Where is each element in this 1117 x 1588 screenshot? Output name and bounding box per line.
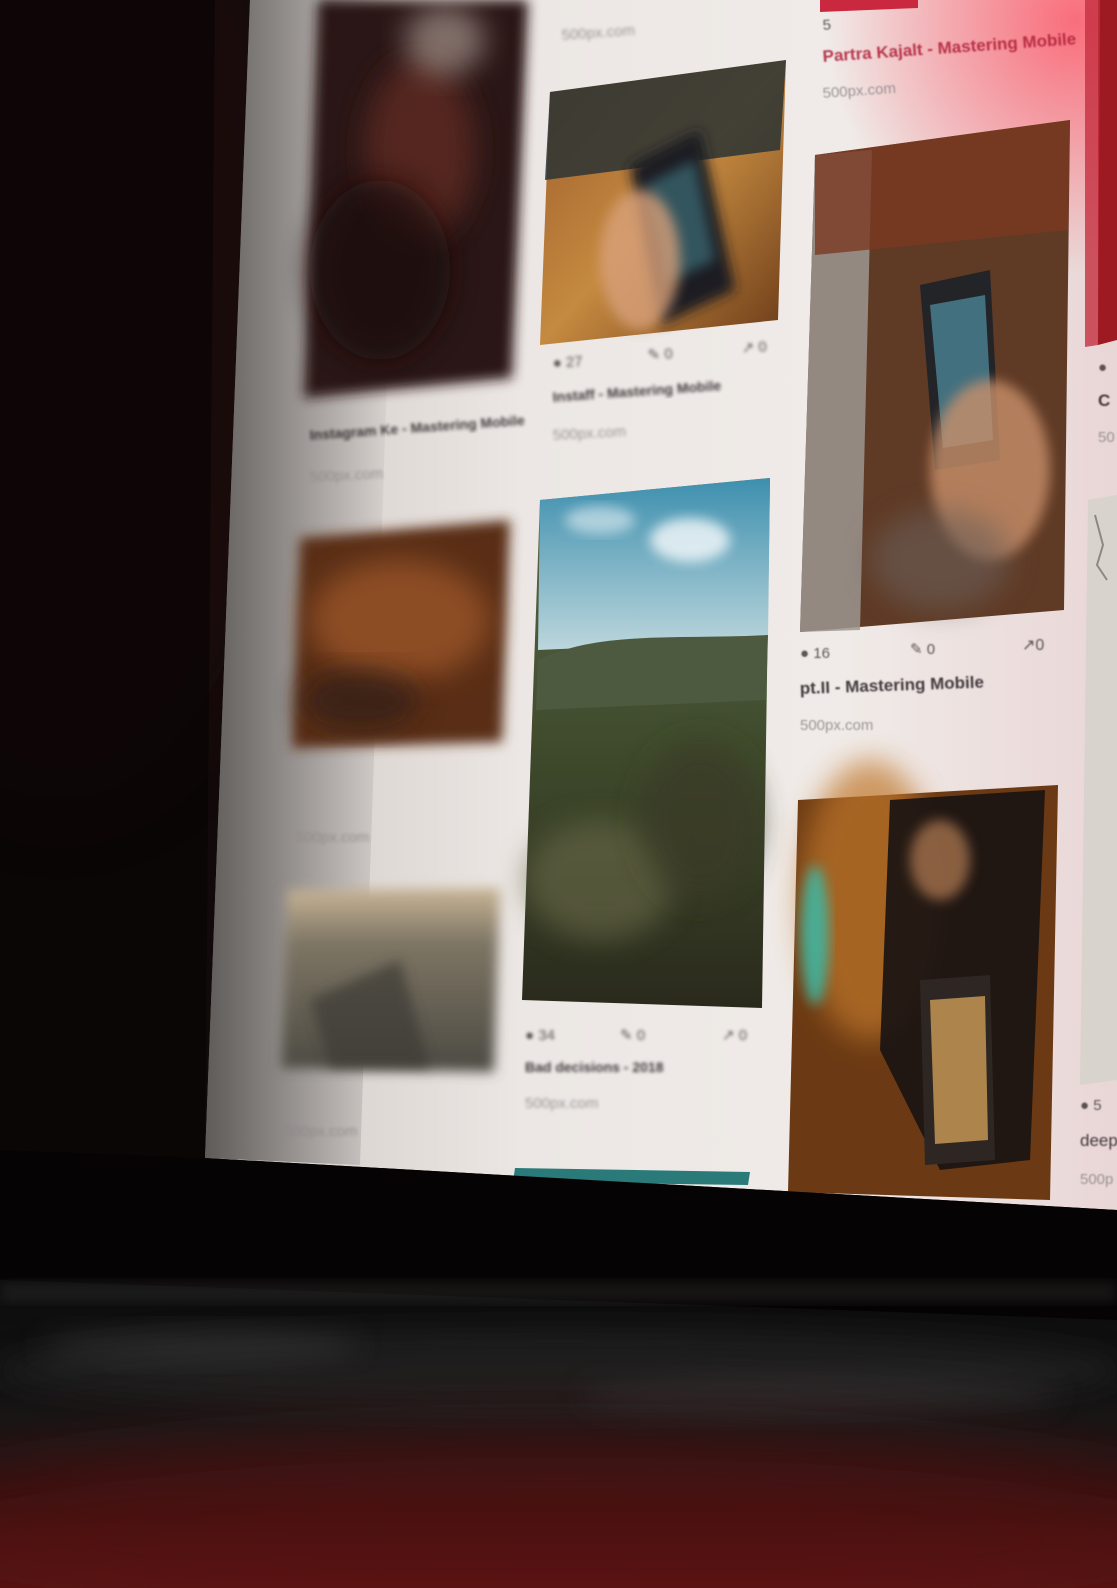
card-title: deep bbox=[1080, 1131, 1117, 1150]
card-mid-phone[interactable] bbox=[540, 60, 786, 345]
laptop-screen-photo: 5 Partra Kajalt - Mastering Mobile 500px… bbox=[0, 0, 1117, 1588]
views-count: ● 16 bbox=[800, 645, 830, 662]
card-right-camera[interactable] bbox=[788, 760, 1058, 1200]
card-left-mid[interactable] bbox=[292, 520, 510, 748]
saves-count: ✎ 0 bbox=[910, 641, 935, 658]
views-count: 5 bbox=[822, 16, 832, 34]
pin-icon: ✎ bbox=[620, 1027, 633, 1044]
card-source: 500px.com bbox=[525, 1095, 598, 1112]
card-mid-mountain[interactable] bbox=[522, 478, 770, 1008]
card-right-phone[interactable] bbox=[800, 120, 1070, 632]
eye-icon: ● bbox=[1080, 1097, 1089, 1114]
arrow-up-right-icon: ↗ bbox=[722, 1027, 735, 1044]
card-left-bottom-meta: 500px.com bbox=[284, 1123, 357, 1140]
card-source: 50 bbox=[1098, 429, 1115, 446]
laptop-keyboard-deck bbox=[0, 1280, 1117, 1588]
arrow-up-right-icon: ↗ bbox=[741, 339, 755, 357]
card-source: 500p bbox=[1080, 1171, 1113, 1188]
card-far-right-top[interactable] bbox=[1085, 0, 1117, 347]
card-source: 500px.com bbox=[296, 829, 369, 846]
arrow-up-right-icon: ↗ bbox=[1022, 637, 1035, 654]
pin-icon: ✎ bbox=[910, 641, 923, 658]
views-count: ● 27 bbox=[552, 353, 583, 372]
views-count: ● 5 bbox=[1080, 1097, 1102, 1114]
shares-count: ↗ 0 bbox=[722, 1027, 747, 1044]
saves-count: ✎ 0 bbox=[620, 1027, 645, 1044]
views-count: ● 34 bbox=[525, 1027, 555, 1044]
card-source: 500px.com bbox=[800, 717, 873, 734]
shares-count: ↗ 0 bbox=[741, 338, 767, 357]
shares-count: ↗0 bbox=[1022, 637, 1044, 654]
eye-icon: ● bbox=[525, 1027, 534, 1044]
pin-icon: ✎ bbox=[647, 346, 661, 364]
eye-icon: ● bbox=[800, 645, 809, 662]
card-title: Bad decisions - 2018 bbox=[525, 1059, 664, 1075]
card-left-mid-meta: 500px.com bbox=[296, 829, 369, 846]
card-source: 500px.com bbox=[284, 1123, 357, 1140]
card-left-top[interactable] bbox=[304, 0, 528, 398]
eye-icon: ● bbox=[1098, 359, 1107, 376]
eye-icon: ● bbox=[552, 354, 562, 372]
card-title: C bbox=[1098, 391, 1110, 410]
saves-count: ✎ 0 bbox=[647, 345, 673, 364]
card-left-bottom[interactable] bbox=[281, 888, 500, 1072]
